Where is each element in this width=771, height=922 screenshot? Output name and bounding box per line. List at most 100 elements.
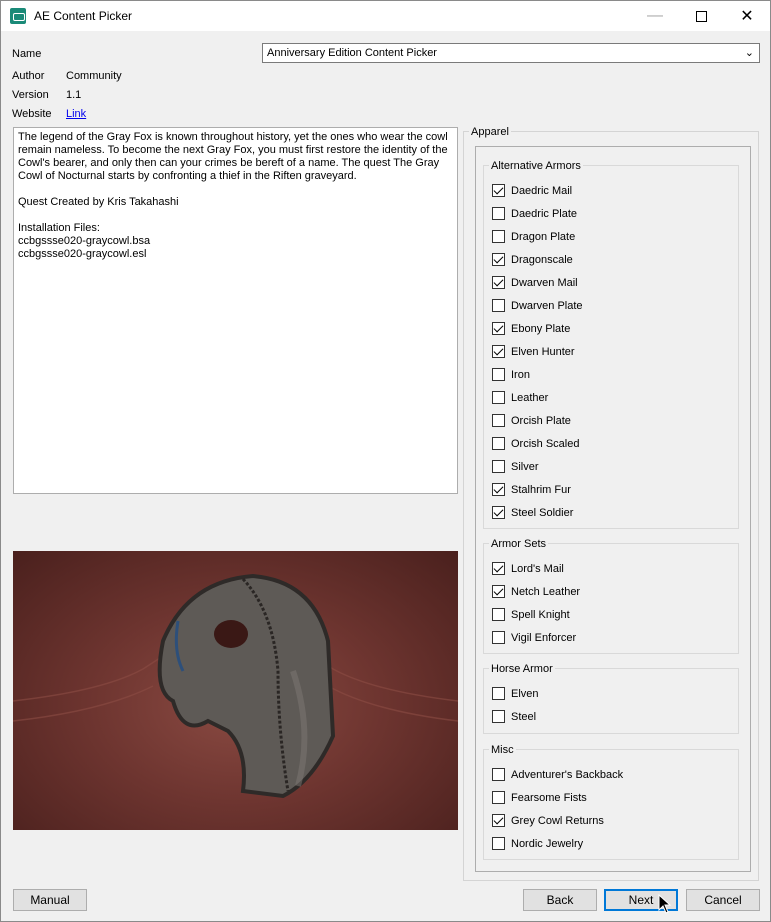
- checkbox-item[interactable]: Grey Cowl Returns: [492, 814, 604, 827]
- description-box[interactable]: The legend of the Gray Fox is known thro…: [13, 127, 458, 494]
- name-select[interactable]: Anniversary Edition Content Picker ⌄: [262, 43, 760, 63]
- name-select-value: Anniversary Edition Content Picker: [267, 47, 437, 59]
- checkbox-item[interactable]: Stalhrim Fur: [492, 483, 571, 496]
- checkbox-label: Spell Knight: [511, 608, 570, 621]
- close-button[interactable]: ✕: [724, 1, 770, 31]
- checkbox-item[interactable]: Dwarven Plate: [492, 299, 583, 312]
- checkbox-item[interactable]: Leather: [492, 391, 548, 404]
- checkbox-checked-icon[interactable]: [492, 562, 505, 575]
- checkbox-label: Vigil Enforcer: [511, 631, 577, 644]
- app-window: AE Content Picker — ✕ Name Anniversary E…: [0, 0, 771, 922]
- checkbox-unchecked-icon[interactable]: [492, 791, 505, 804]
- checkbox-label: Daedric Plate: [511, 207, 578, 220]
- checkbox-label: Nordic Jewelry: [511, 837, 584, 850]
- checkbox-item[interactable]: Steel Soldier: [492, 506, 573, 519]
- name-label: Name: [12, 48, 42, 60]
- checkbox-checked-icon[interactable]: [492, 322, 505, 335]
- group-title: Armor Sets: [489, 538, 549, 550]
- title-bar: AE Content Picker — ✕: [1, 1, 770, 31]
- checkbox-item[interactable]: Orcish Plate: [492, 414, 571, 427]
- checkbox-checked-icon[interactable]: [492, 585, 505, 598]
- minimize-button[interactable]: —: [632, 1, 678, 31]
- manual-button[interactable]: Manual: [13, 889, 87, 911]
- checkbox-label: Ebony Plate: [511, 322, 571, 335]
- group-title: Alternative Armors: [489, 160, 583, 172]
- checkbox-item[interactable]: Spell Knight: [492, 608, 570, 621]
- checkbox-item[interactable]: Daedric Mail: [492, 184, 572, 197]
- checkbox-label: Dwarven Mail: [511, 276, 578, 289]
- author-value: Community: [66, 70, 122, 82]
- checkbox-label: Orcish Plate: [511, 414, 571, 427]
- checkbox-unchecked-icon[interactable]: [492, 391, 505, 404]
- group-horse-armor: [483, 668, 739, 734]
- checkbox-item[interactable]: Dragon Plate: [492, 230, 575, 243]
- checkbox-label: Steel Soldier: [511, 506, 574, 519]
- group-title: Horse Armor: [489, 663, 555, 675]
- checkbox-label: Elven Hunter: [511, 345, 575, 358]
- checkbox-checked-icon[interactable]: [492, 184, 505, 197]
- checkbox-item[interactable]: Silver: [492, 460, 539, 473]
- checkbox-item[interactable]: Adventurer's Backback: [492, 768, 623, 781]
- checkbox-item[interactable]: Nordic Jewelry: [492, 837, 583, 850]
- checkbox-item[interactable]: Orcish Scaled: [492, 437, 579, 450]
- preview-image: [13, 551, 458, 830]
- checkbox-label: Dragonscale: [511, 253, 573, 266]
- checkbox-item[interactable]: Lord's Mail: [492, 562, 564, 575]
- checkbox-item[interactable]: Netch Leather: [492, 585, 580, 598]
- checkbox-checked-icon[interactable]: [492, 276, 505, 289]
- checkbox-label: Orcish Scaled: [511, 437, 580, 450]
- checkbox-item[interactable]: Dragonscale: [492, 253, 573, 266]
- back-button[interactable]: Back: [523, 889, 597, 911]
- checkbox-item[interactable]: Daedric Plate: [492, 207, 577, 220]
- checkbox-checked-icon[interactable]: [492, 345, 505, 358]
- checkbox-unchecked-icon[interactable]: [492, 460, 505, 473]
- checkbox-item[interactable]: Iron: [492, 368, 530, 381]
- checkbox-unchecked-icon[interactable]: [492, 631, 505, 644]
- checkbox-item[interactable]: Dwarven Mail: [492, 276, 578, 289]
- checkbox-unchecked-icon[interactable]: [492, 437, 505, 450]
- website-link[interactable]: Link: [66, 108, 86, 120]
- checkbox-unchecked-icon[interactable]: [492, 368, 505, 381]
- version-label: Version: [12, 89, 49, 101]
- checkbox-label: Dragon Plate: [511, 230, 576, 243]
- website-label: Website: [12, 108, 52, 120]
- checkbox-checked-icon[interactable]: [492, 253, 505, 266]
- checkbox-unchecked-icon[interactable]: [492, 230, 505, 243]
- checkbox-unchecked-icon[interactable]: [492, 710, 505, 723]
- checkbox-checked-icon[interactable]: [492, 814, 505, 827]
- checkbox-item[interactable]: Steel: [492, 710, 536, 723]
- checkbox-label: Lord's Mail: [511, 562, 564, 575]
- checkbox-label: Fearsome Fists: [511, 791, 587, 804]
- author-label: Author: [12, 70, 45, 82]
- checkbox-label: Netch Leather: [511, 585, 581, 598]
- checkbox-unchecked-icon[interactable]: [492, 207, 505, 220]
- app-icon: [10, 8, 26, 24]
- checkbox-item[interactable]: Ebony Plate: [492, 322, 570, 335]
- chevron-down-icon: ⌄: [744, 47, 754, 59]
- checkbox-checked-icon[interactable]: [492, 483, 505, 496]
- checkbox-label: Elven: [511, 687, 539, 700]
- minimize-icon: —: [647, 7, 663, 24]
- close-icon: ✕: [740, 8, 754, 25]
- checkbox-checked-icon[interactable]: [492, 506, 505, 519]
- checkbox-unchecked-icon[interactable]: [492, 687, 505, 700]
- checkbox-item[interactable]: Elven: [492, 687, 539, 700]
- group-title: Misc: [489, 744, 516, 756]
- checkbox-label: Dwarven Plate: [511, 299, 583, 312]
- checkbox-label: Steel: [511, 710, 537, 723]
- checkbox-unchecked-icon[interactable]: [492, 837, 505, 850]
- checkbox-unchecked-icon[interactable]: [492, 768, 505, 781]
- maximize-button[interactable]: [678, 1, 724, 31]
- checkbox-label: Adventurer's Backback: [511, 768, 624, 781]
- checkbox-unchecked-icon[interactable]: [492, 608, 505, 621]
- checkbox-unchecked-icon[interactable]: [492, 414, 505, 427]
- checkbox-item[interactable]: Elven Hunter: [492, 345, 575, 358]
- checkbox-label: Iron: [511, 368, 530, 381]
- checkbox-item[interactable]: Vigil Enforcer: [492, 631, 576, 644]
- apparel-title: Apparel: [469, 126, 511, 138]
- window-title: AE Content Picker: [34, 9, 133, 23]
- cancel-button[interactable]: Cancel: [686, 889, 760, 911]
- checkbox-unchecked-icon[interactable]: [492, 299, 505, 312]
- checkbox-item[interactable]: Fearsome Fists: [492, 791, 587, 804]
- checkbox-label: Silver: [511, 460, 539, 473]
